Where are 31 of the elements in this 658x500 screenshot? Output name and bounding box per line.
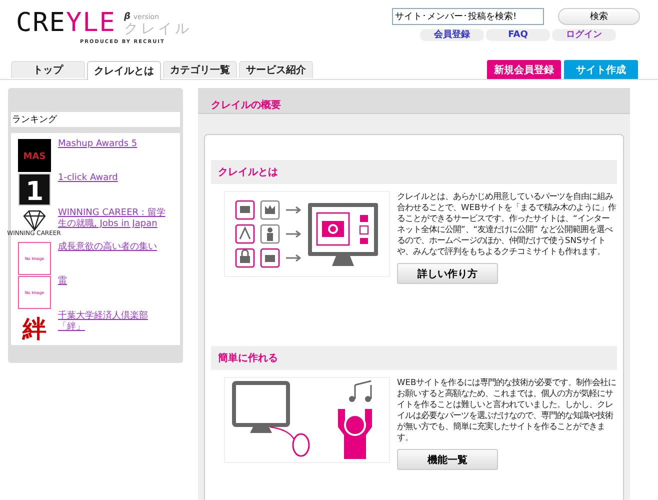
section-button[interactable]: 詳しい作り方 [397,263,498,284]
section-description: WEBサイトを作るには専門的な技術が必要です。制作会社にお願いすると高額なため、これまでは、個人の方が気軽にサイトを作ることは難しいと言われていました。しかし、クレイルは必要なパーツを選ぶだけなので、専門的な知識や技術が無い方でも、簡単に充実したサイトを作ることができます。 [397,377,617,443]
award-logo: 1 [18,173,50,206]
diamond-icon [22,210,46,231]
ranking-link[interactable]: Mashup Awards 5 [58,139,170,150]
section-description: クレイルとは、あらかじめ用意しているパーツを自由に組み合わせることで、WEBサイトを「まるで積み木のように」作ることができるサービスです。作ったサイトは、“インターネット全体に公開”、“友達だけに公開” など公開範囲を選べるので、ホームページのほか、仲間だけで使うSNSサイトや、みんなで評判をもちよるクチコミサイトも作れます。 [397,191,617,257]
section-button[interactable]: 機能一覧 [397,449,498,470]
section-title: クレイルとは [218,166,278,179]
ranking-title: ランキング [11,112,180,127]
logo-kana: クレイル [124,22,192,37]
action-button[interactable]: 新規会員登録 [487,60,561,79]
nav-tab[interactable]: カテゴリ一覧 [163,61,237,78]
ranking-link[interactable]: 成長意欲の高い者の集い [58,242,170,253]
nav-tab[interactable]: トップ [11,61,85,78]
kanji-logo: 絆 [18,310,50,344]
header-link[interactable]: 会員登録 [420,29,484,41]
header-link[interactable]: FAQ [486,29,550,41]
logo-wordmark: CREYLE [16,8,116,38]
header-link[interactable]: ログイン [552,29,616,41]
mas-logo: MAS [18,139,50,172]
main-panel-title: クレイルの概要 [211,100,281,111]
beta-label: β [124,12,130,22]
nav-tab[interactable]: サービス紹介 [239,61,313,78]
ranking-link[interactable]: 雷 [58,276,170,288]
section-title: 簡単に作れる [218,352,278,365]
ranking-link[interactable]: 千葉大学経済人倶楽部「絆」 [58,310,170,333]
search-field[interactable]: サイト･メンバー･投稿を検索! [392,8,544,25]
ranking-link[interactable]: WINNING CAREER : 留学生の就職, Jobs in Japan [58,208,170,230]
ranking-link[interactable]: 1-click Award [58,173,170,184]
search-button[interactable]: 検索 [558,8,640,25]
nav-tab[interactable]: クレイルとは [87,61,161,80]
